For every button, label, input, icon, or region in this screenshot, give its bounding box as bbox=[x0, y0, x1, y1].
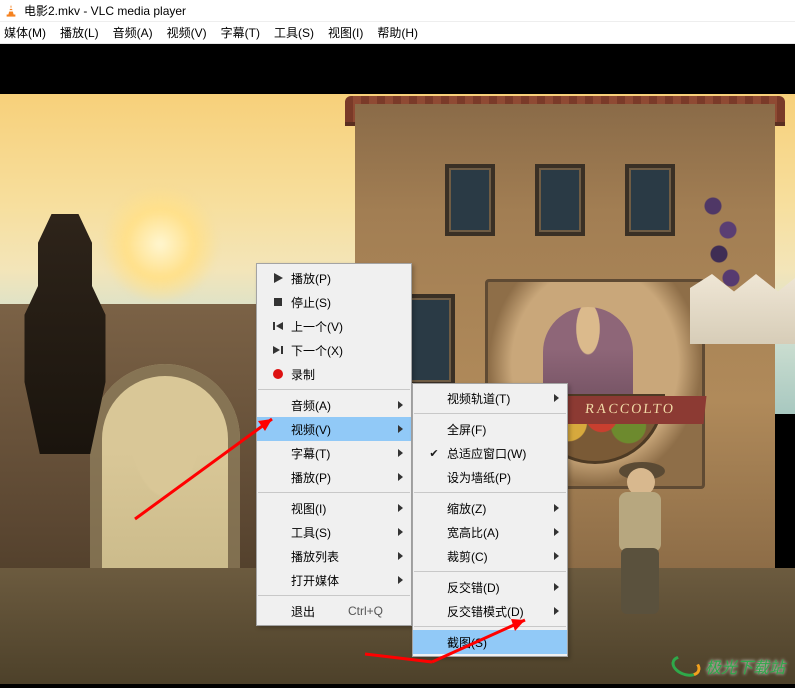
sub-snapshot-label: 截图(S) bbox=[447, 634, 539, 651]
menu-help[interactable]: 帮助(H) bbox=[377, 24, 418, 41]
titlebar: 电影2.mkv - VLC media player bbox=[0, 0, 795, 22]
sub-zoom-label: 缩放(Z) bbox=[447, 500, 539, 517]
sub-snapshot[interactable]: 截图(S) bbox=[413, 630, 567, 654]
ctx-tools-label: 工具(S) bbox=[291, 524, 383, 541]
chevron-right-icon bbox=[554, 528, 559, 536]
sub-set-wallpaper[interactable]: 设为墙纸(P) bbox=[413, 465, 567, 489]
sub-video-track[interactable]: 视频轨道(T) bbox=[413, 386, 567, 410]
context-menu: 播放(P) 停止(S) 上一个(V) 下一个(X) 录制 音频(A) 视频(V)… bbox=[256, 263, 412, 626]
ctx-prev[interactable]: 上一个(V) bbox=[257, 314, 411, 338]
menu-tools[interactable]: 工具(S) bbox=[274, 24, 314, 41]
sub-fit-window[interactable]: 总适应窗口(W) bbox=[413, 441, 567, 465]
ctx-tools[interactable]: 工具(S) bbox=[257, 520, 411, 544]
sub-sep-4 bbox=[414, 626, 566, 627]
chevron-right-icon bbox=[398, 528, 403, 536]
check-icon bbox=[421, 447, 447, 460]
ctx-sep-1 bbox=[258, 389, 410, 390]
ctx-open-media-label: 打开媒体 bbox=[291, 572, 383, 589]
chevron-right-icon bbox=[398, 552, 403, 560]
sub-crop-label: 裁剪(C) bbox=[447, 548, 539, 565]
sub-zoom[interactable]: 缩放(Z) bbox=[413, 496, 567, 520]
vlc-icon bbox=[4, 4, 18, 18]
ctx-playlist-label: 播放列表 bbox=[291, 548, 383, 565]
menu-view[interactable]: 视图(I) bbox=[328, 24, 363, 41]
chevron-right-icon bbox=[554, 607, 559, 615]
sub-deinterlace[interactable]: 反交错(D) bbox=[413, 575, 567, 599]
ctx-sep-3 bbox=[258, 595, 410, 596]
sub-deinterlace-mode[interactable]: 反交错模式(D) bbox=[413, 599, 567, 623]
ctx-video-label: 视频(V) bbox=[291, 421, 383, 438]
sub-aspect-label: 宽高比(A) bbox=[447, 524, 539, 541]
sub-fullscreen[interactable]: 全屏(F) bbox=[413, 417, 567, 441]
chevron-right-icon bbox=[398, 504, 403, 512]
sub-sep-2 bbox=[414, 492, 566, 493]
ctx-subtitle-label: 字幕(T) bbox=[291, 445, 383, 462]
ctx-playback[interactable]: 播放(P) bbox=[257, 465, 411, 489]
chevron-right-icon bbox=[398, 449, 403, 457]
prev-icon bbox=[265, 319, 291, 333]
menu-media[interactable]: 媒体(M) bbox=[4, 24, 46, 41]
window-title: 电影2.mkv - VLC media player bbox=[24, 2, 186, 19]
ctx-audio[interactable]: 音频(A) bbox=[257, 393, 411, 417]
menubar: 媒体(M) 播放(L) 音频(A) 视频(V) 字幕(T) 工具(S) 视图(I… bbox=[0, 22, 795, 44]
ctx-view[interactable]: 视图(I) bbox=[257, 496, 411, 520]
ctx-playback-label: 播放(P) bbox=[291, 469, 383, 486]
ctx-record[interactable]: 录制 bbox=[257, 362, 411, 386]
ctx-sep-2 bbox=[258, 492, 410, 493]
ctx-view-label: 视图(I) bbox=[291, 500, 383, 517]
ctx-stop[interactable]: 停止(S) bbox=[257, 290, 411, 314]
ctx-playlist[interactable]: 播放列表 bbox=[257, 544, 411, 568]
menu-video[interactable]: 视频(V) bbox=[167, 24, 207, 41]
chevron-right-icon bbox=[554, 552, 559, 560]
video-area[interactable]: RACCOLTO 播放(P) 停止(S) 上一个(V) 下一个(X) 录制 音 bbox=[0, 44, 795, 688]
sub-fullscreen-label: 全屏(F) bbox=[447, 421, 539, 438]
menu-subtitle[interactable]: 字幕(T) bbox=[221, 24, 260, 41]
watermark-icon bbox=[668, 651, 703, 680]
chevron-right-icon bbox=[398, 576, 403, 584]
ctx-video[interactable]: 视频(V) bbox=[257, 417, 411, 441]
ctx-play-label: 播放(P) bbox=[291, 270, 383, 287]
menu-audio[interactable]: 音频(A) bbox=[113, 24, 153, 41]
chevron-right-icon bbox=[554, 504, 559, 512]
next-icon bbox=[265, 343, 291, 357]
menu-playback[interactable]: 播放(L) bbox=[60, 24, 99, 41]
ctx-next[interactable]: 下一个(X) bbox=[257, 338, 411, 362]
ctx-quit-shortcut: Ctrl+Q bbox=[348, 604, 383, 618]
chevron-right-icon bbox=[398, 401, 403, 409]
record-icon bbox=[265, 367, 291, 381]
ctx-subtitle[interactable]: 字幕(T) bbox=[257, 441, 411, 465]
play-icon bbox=[265, 271, 291, 285]
ctx-prev-label: 上一个(V) bbox=[291, 318, 383, 335]
sub-aspect[interactable]: 宽高比(A) bbox=[413, 520, 567, 544]
sub-fit-window-label: 总适应窗口(W) bbox=[447, 445, 539, 462]
ctx-play[interactable]: 播放(P) bbox=[257, 266, 411, 290]
chevron-right-icon bbox=[554, 583, 559, 591]
submenu-video: 视频轨道(T) 全屏(F) 总适应窗口(W) 设为墙纸(P) 缩放(Z) 宽高比… bbox=[412, 383, 568, 657]
ctx-audio-label: 音频(A) bbox=[291, 397, 383, 414]
sub-deinterlace-mode-label: 反交错模式(D) bbox=[447, 603, 539, 620]
chevron-right-icon bbox=[398, 473, 403, 481]
ctx-quit-label: 退出 bbox=[291, 603, 324, 620]
mural-banner-text: RACCOLTO bbox=[554, 396, 707, 424]
watermark-text: 极光下载站 bbox=[705, 654, 785, 678]
sub-crop[interactable]: 裁剪(C) bbox=[413, 544, 567, 568]
ctx-quit[interactable]: 退出 Ctrl+Q bbox=[257, 599, 411, 623]
sub-deinterlace-label: 反交错(D) bbox=[447, 579, 539, 596]
ctx-next-label: 下一个(X) bbox=[291, 342, 383, 359]
ctx-stop-label: 停止(S) bbox=[291, 294, 383, 311]
chevron-right-icon bbox=[398, 425, 403, 433]
sub-set-wallpaper-label: 设为墙纸(P) bbox=[447, 469, 539, 486]
chevron-right-icon bbox=[554, 394, 559, 402]
stop-icon bbox=[265, 295, 291, 309]
ctx-open-media[interactable]: 打开媒体 bbox=[257, 568, 411, 592]
sub-sep-3 bbox=[414, 571, 566, 572]
ctx-record-label: 录制 bbox=[291, 366, 383, 383]
watermark: 极光下载站 bbox=[671, 654, 785, 678]
sub-video-track-label: 视频轨道(T) bbox=[447, 390, 539, 407]
sub-sep-1 bbox=[414, 413, 566, 414]
